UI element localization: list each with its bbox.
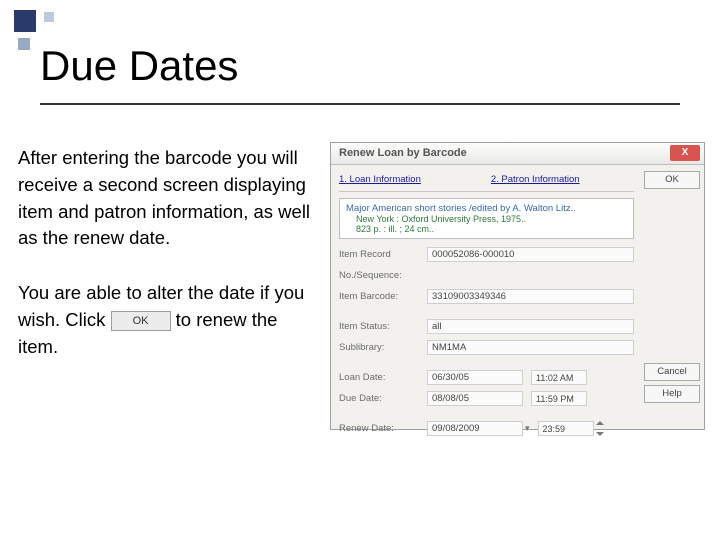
value-item-barcode: 33109003349346	[427, 289, 634, 304]
paragraph-1: After entering the barcode you will rece…	[18, 145, 318, 252]
value-item-status: all	[427, 319, 634, 334]
paragraph-2: You are able to alter the date if you wi…	[18, 280, 318, 360]
dialog-body: 1. Loan Information 2. Patron Informatio…	[331, 165, 640, 429]
label-item-barcode: Item Barcode:	[339, 291, 427, 302]
dialog-titlebar: Renew Loan by Barcode X	[331, 143, 704, 165]
cancel-button[interactable]: Cancel	[644, 363, 700, 381]
label-item-record: Item Record	[339, 249, 427, 260]
title-rule	[40, 103, 680, 105]
help-button[interactable]: Help	[644, 385, 700, 403]
slide-title: Due Dates	[40, 42, 238, 90]
value-loan-time: 11:02 AM	[531, 370, 587, 385]
label-sublibrary: Sublibrary:	[339, 342, 427, 353]
renew-date-input[interactable]: 09/08/2009	[427, 421, 523, 436]
label-no-sequence: No./Sequence:	[339, 270, 427, 281]
tab-patron-information[interactable]: 2. Patron Information	[491, 174, 580, 185]
value-loan-date: 06/30/05	[427, 370, 523, 385]
label-due-date: Due Date:	[339, 393, 427, 404]
time-stepper[interactable]	[596, 421, 606, 436]
label-item-status: Item Status:	[339, 321, 427, 332]
dialog-side-buttons: OK Cancel Help	[640, 165, 704, 429]
renew-time-input[interactable]: 23:59	[538, 421, 594, 436]
value-item-record: 000052086-000010	[427, 247, 634, 262]
item-description-box: Major American short stories /edited by …	[339, 198, 634, 239]
label-renew-date: Renew Date:	[339, 423, 427, 434]
inline-ok-button: OK	[111, 311, 171, 331]
value-sublibrary: NM1MA	[427, 340, 634, 355]
value-due-date: 08/08/05	[427, 391, 523, 406]
calendar-icon[interactable]: ▾	[525, 423, 530, 434]
tab-loan-information[interactable]: 1. Loan Information	[339, 174, 421, 185]
label-loan-date: Loan Date:	[339, 372, 427, 383]
ok-button[interactable]: OK	[644, 171, 700, 189]
value-due-time: 11:59 PM	[531, 391, 587, 406]
item-publisher: New York : Oxford University Press, 1975…	[346, 214, 627, 224]
renew-loan-dialog: Renew Loan by Barcode X OK Cancel Help 1…	[330, 142, 705, 430]
body-text: After entering the barcode you will rece…	[18, 145, 318, 389]
dialog-title-text: Renew Loan by Barcode	[339, 147, 467, 159]
item-title: Major American short stories /edited by …	[346, 203, 627, 214]
item-physical: 823 p. : ill. ; 24 cm..	[346, 224, 627, 234]
close-icon[interactable]: X	[670, 145, 700, 161]
